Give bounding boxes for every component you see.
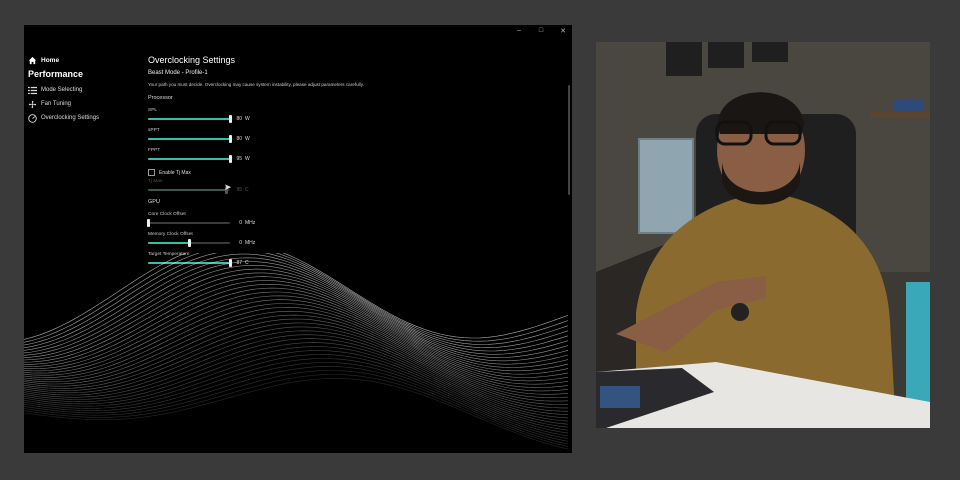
slider-fill: [148, 138, 230, 140]
sidebar-section-performance: Performance: [28, 69, 84, 79]
presenter-webcam-image: [596, 42, 930, 428]
wave-decoration: [24, 253, 569, 450]
sppt-slider-row: 80 W: [148, 135, 398, 143]
spl-slider[interactable]: [148, 115, 232, 123]
tjmax-slider-row: 95 C ➤: [148, 182, 398, 194]
sidebar-item-label: Mode Selecting: [41, 87, 83, 93]
sppt-label: sPPT: [148, 128, 160, 133]
section-heading-processor: Processor: [148, 95, 173, 101]
wave-line: [24, 253, 569, 340]
tjmax-value: 95: [236, 187, 242, 193]
fppt-slider[interactable]: [148, 155, 232, 163]
enable-tjmax-label: Enable Tj Max: [159, 169, 191, 176]
core-clock-label: Core Clock Offset: [148, 212, 186, 217]
sidebar-item-mode-selecting[interactable]: Mode Selecting: [26, 83, 136, 97]
sidebar-item-label: Overclocking Settings: [41, 115, 100, 121]
spl-value: 80: [236, 116, 242, 122]
wave-line: [24, 318, 569, 405]
fppt-unit: W: [245, 156, 250, 162]
scrollbar[interactable]: [568, 85, 570, 195]
overclock-icon: [28, 113, 37, 123]
sidebar-item-overclocking-settings[interactable]: Overclocking Settings: [26, 111, 136, 125]
enable-tjmax-checkbox-row[interactable]: Enable Tj Max: [148, 169, 398, 176]
fppt-value: 95: [236, 156, 242, 162]
memory-clock-slider[interactable]: [148, 239, 230, 247]
wave-line: [24, 272, 569, 365]
sppt-unit: W: [245, 136, 250, 142]
slider-thumb[interactable]: [229, 135, 232, 143]
sppt-value: 80: [236, 136, 242, 142]
sidebar-item-home[interactable]: Home: [26, 53, 136, 67]
slider-thumb[interactable]: [229, 115, 232, 123]
sidebar-item-fan-tuning[interactable]: Fan Tuning: [26, 97, 136, 111]
slider-thumb[interactable]: [188, 239, 191, 247]
memory-clock-slider-row: 0 MHz: [148, 239, 398, 247]
warning-text: Your path you must decide. Overclocking …: [148, 82, 364, 87]
wave-line: [24, 253, 569, 343]
main-content: Overclocking Settings Beast Mode - Profi…: [147, 55, 398, 272]
memory-clock-unit: MHz: [245, 240, 256, 246]
mouse-cursor-icon: ➤: [224, 182, 232, 192]
sidebar-item-label: Fan Tuning: [41, 101, 72, 107]
minimize-button[interactable]: –: [514, 27, 524, 35]
memory-clock-value: 0: [239, 240, 242, 246]
spl-unit: W: [245, 116, 250, 122]
sidebar-home-label: Home: [41, 56, 60, 64]
core-clock-slider-row: 0 MHz: [147, 219, 398, 227]
fan-icon: [28, 100, 37, 109]
enable-tjmax-checkbox[interactable]: [148, 169, 155, 176]
slider-thumb[interactable]: [147, 219, 150, 227]
slider-fill: [148, 242, 189, 244]
core-clock-slider[interactable]: [147, 219, 230, 227]
core-clock-value: 0: [239, 220, 242, 226]
wave-line: [24, 354, 569, 434]
close-button[interactable]: ✕: [558, 27, 568, 35]
sidebar: Home Performance Mode Selecting Fan Tuni…: [26, 53, 136, 125]
page-title: Overclocking Settings: [148, 55, 236, 65]
slider-thumb[interactable]: [229, 155, 232, 163]
overclocking-app-window: – □ ✕ Home Performance Mode Selecting Fa…: [24, 25, 572, 453]
fppt-label: FPPT: [148, 148, 161, 153]
list-icon: [28, 86, 37, 95]
slider-fill: [148, 189, 226, 191]
spl-label: SPL: [148, 108, 158, 113]
maximize-button[interactable]: □: [536, 27, 546, 35]
wave-line: [24, 350, 569, 431]
sppt-slider[interactable]: [148, 135, 232, 143]
window-controls: – □ ✕: [514, 27, 568, 35]
fppt-slider-row: 95 W: [148, 155, 398, 163]
spl-slider-row: 80 W: [148, 115, 398, 123]
home-icon: [28, 56, 37, 65]
tjmax-label: Tj Max: [148, 179, 163, 184]
memory-clock-label: Memory Clock Offset: [148, 232, 193, 237]
profile-name: Beast Mode - Profile-1: [148, 70, 208, 76]
tjmax-slider[interactable]: [148, 186, 230, 194]
slider-fill: [148, 158, 230, 160]
wave-line: [24, 253, 569, 349]
wave-line: [24, 283, 569, 375]
slider-fill: [148, 118, 230, 120]
section-heading-gpu: GPU: [148, 199, 160, 205]
core-clock-unit: MHz: [245, 220, 256, 226]
tjmax-unit: C: [245, 187, 249, 193]
